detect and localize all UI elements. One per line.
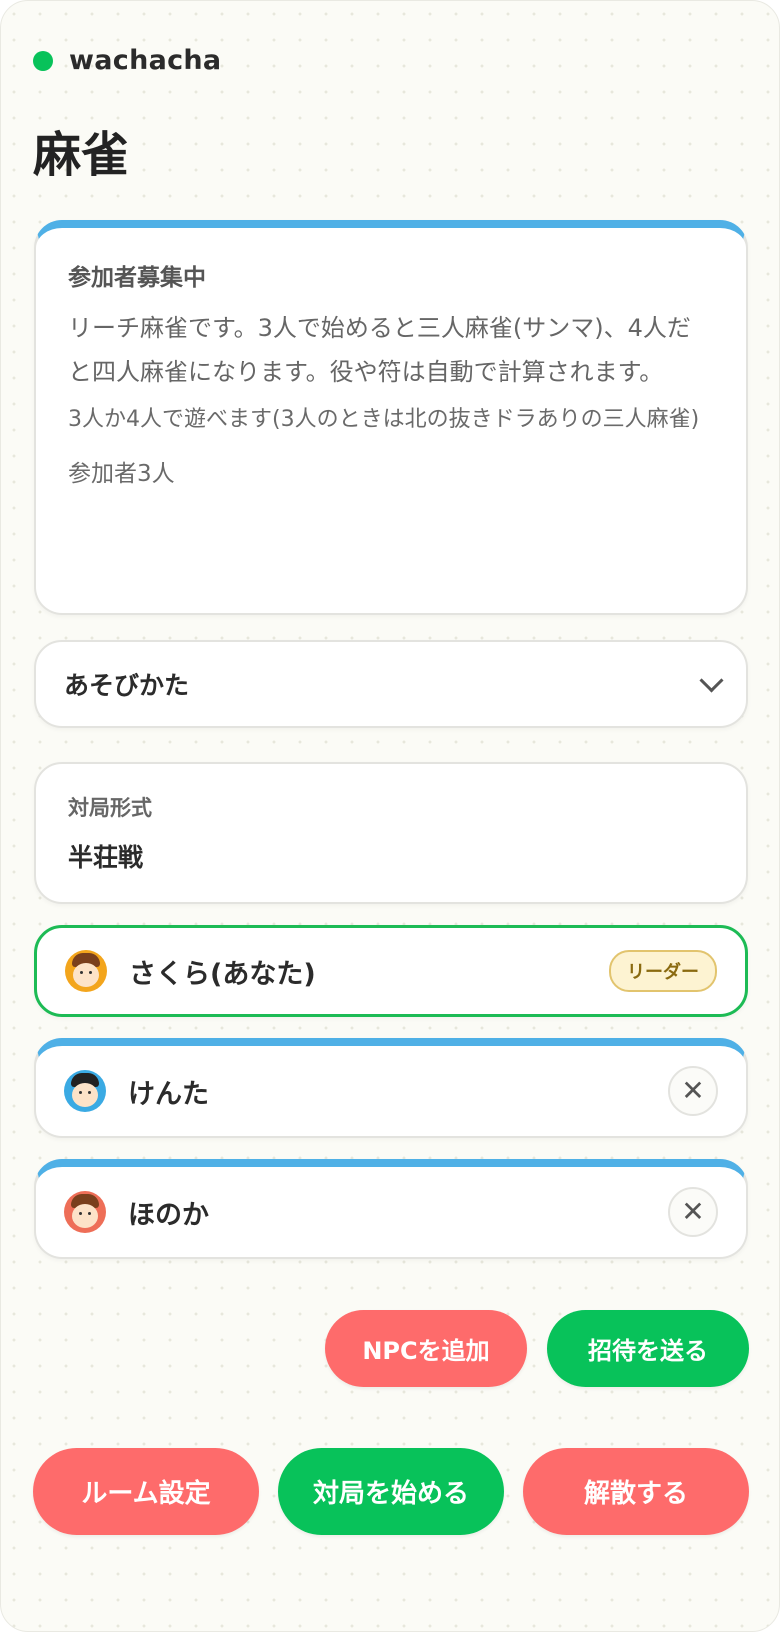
how-to-play-accordion[interactable]: あそびかた bbox=[34, 640, 748, 728]
chevron-down-icon bbox=[699, 667, 724, 693]
player-row: けんた ✕ bbox=[34, 1038, 748, 1138]
page-title: 麻雀 bbox=[33, 127, 130, 183]
game-description: リーチ麻雀です。3人で始めると三人麻雀(サンマ)、4人だと四人麻雀になります。役… bbox=[68, 314, 691, 386]
player-count-rule: 3人か4人で遊べます(3人のときは北の抜きドラありの三人麻雀) bbox=[68, 407, 700, 432]
room-settings-button[interactable]: ルーム設定 bbox=[33, 1448, 259, 1535]
add-npc-button[interactable]: NPCを追加 bbox=[325, 1310, 527, 1387]
room-page: wachacha 麻雀 参加者募集中 リーチ麻雀です。3人で始めると三人麻雀(サ… bbox=[0, 0, 780, 1632]
player-row-leader: さくら(あなた) リーダー bbox=[34, 925, 748, 1017]
player-row: ほのか ✕ bbox=[34, 1159, 748, 1259]
send-invite-button[interactable]: 招待を送る bbox=[547, 1310, 749, 1387]
how-to-play-label: あそびかた bbox=[64, 671, 190, 700]
match-format-card: 対局形式 半荘戦 bbox=[34, 762, 748, 904]
boy-avatar-icon bbox=[64, 1070, 106, 1112]
disband-room-button[interactable]: 解散する bbox=[523, 1448, 749, 1535]
start-match-button[interactable]: 対局を始める bbox=[278, 1448, 504, 1535]
game-info-card: 参加者募集中 リーチ麻雀です。3人で始めると三人麻雀(サンマ)、4人だと四人麻雀… bbox=[34, 220, 748, 615]
player-name: けんた bbox=[128, 1078, 209, 1110]
app-header: wachacha bbox=[33, 45, 221, 76]
brand-name: wachacha bbox=[69, 45, 222, 76]
match-format-value: 半荘戦 bbox=[68, 843, 144, 872]
leader-badge: リーダー bbox=[609, 950, 717, 992]
participant-count: 参加者3人 bbox=[68, 461, 175, 487]
recruit-status: 参加者募集中 bbox=[68, 265, 206, 291]
online-status-dot bbox=[33, 50, 53, 71]
remove-player-button[interactable]: ✕ bbox=[668, 1066, 718, 1116]
girl-avatar-icon bbox=[64, 1191, 106, 1233]
player-name: さくら(あなた) bbox=[129, 958, 316, 990]
player-name: ほのか bbox=[128, 1199, 209, 1231]
girl-avatar-icon bbox=[65, 950, 107, 992]
remove-player-button[interactable]: ✕ bbox=[668, 1187, 718, 1237]
match-format-label: 対局形式 bbox=[68, 796, 152, 820]
